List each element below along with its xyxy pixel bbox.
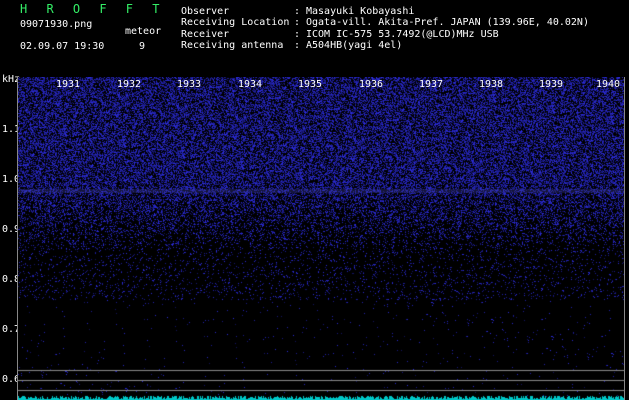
date-time: 02.09.07 19:30 [20, 41, 105, 52]
spectrogram [18, 77, 624, 400]
x-tick-1932: 1932 [116, 79, 142, 90]
x-tick-1939: 1939 [538, 79, 564, 90]
y-tick-0-8: 0.8 [2, 274, 21, 285]
meta-location-value: Ogata-vill. Akita-Pref. JAPAN (139.96E, … [306, 17, 589, 28]
meta-location-label: Receiving Location [181, 17, 290, 28]
meta-observer-label: Observer [181, 6, 230, 17]
x-tick-1934: 1934 [237, 79, 263, 90]
x-tick-1933: 1933 [176, 79, 202, 90]
plot-border-right [624, 77, 625, 400]
meta-receiver-colon: : [294, 29, 301, 40]
meta-observer-colon: : [294, 6, 301, 17]
x-tick-1940: 1940 [595, 79, 621, 90]
y-tick-1-0: 1.0 [2, 174, 21, 185]
plot-border-left [17, 77, 18, 400]
meta-antenna-value: A504HB(yagi 4el) [306, 40, 403, 51]
y-tick-1-1: 1.1 [2, 124, 21, 135]
x-tick-1937: 1937 [418, 79, 444, 90]
y-tick-0-6: 0.6 [2, 374, 21, 385]
file-name: 09071930.png [20, 19, 93, 30]
meta-antenna-colon: : [294, 40, 301, 51]
meta-location-colon: : [294, 17, 301, 28]
meta-receiver-label: Receiver [181, 29, 230, 40]
x-tick-1935: 1935 [297, 79, 323, 90]
meteor-count: 9 [139, 41, 146, 52]
meta-observer-value: Masayuki Kobayashi [306, 6, 415, 17]
meta-receiver-value: ICOM IC-575 53.7492(@LCD)MHz USB [306, 29, 499, 40]
meta-antenna-label: Receiving antenna [181, 40, 284, 51]
meteor-label: meteor [125, 26, 162, 37]
header-title: H R O F F T [20, 2, 166, 16]
x-tick-1936: 1936 [358, 79, 384, 90]
x-tick-1931: 1931 [55, 79, 81, 90]
x-tick-1938: 1938 [478, 79, 504, 90]
y-tick-0-7: 0.7 [2, 324, 21, 335]
y-tick-0-9: 0.9 [2, 224, 21, 235]
